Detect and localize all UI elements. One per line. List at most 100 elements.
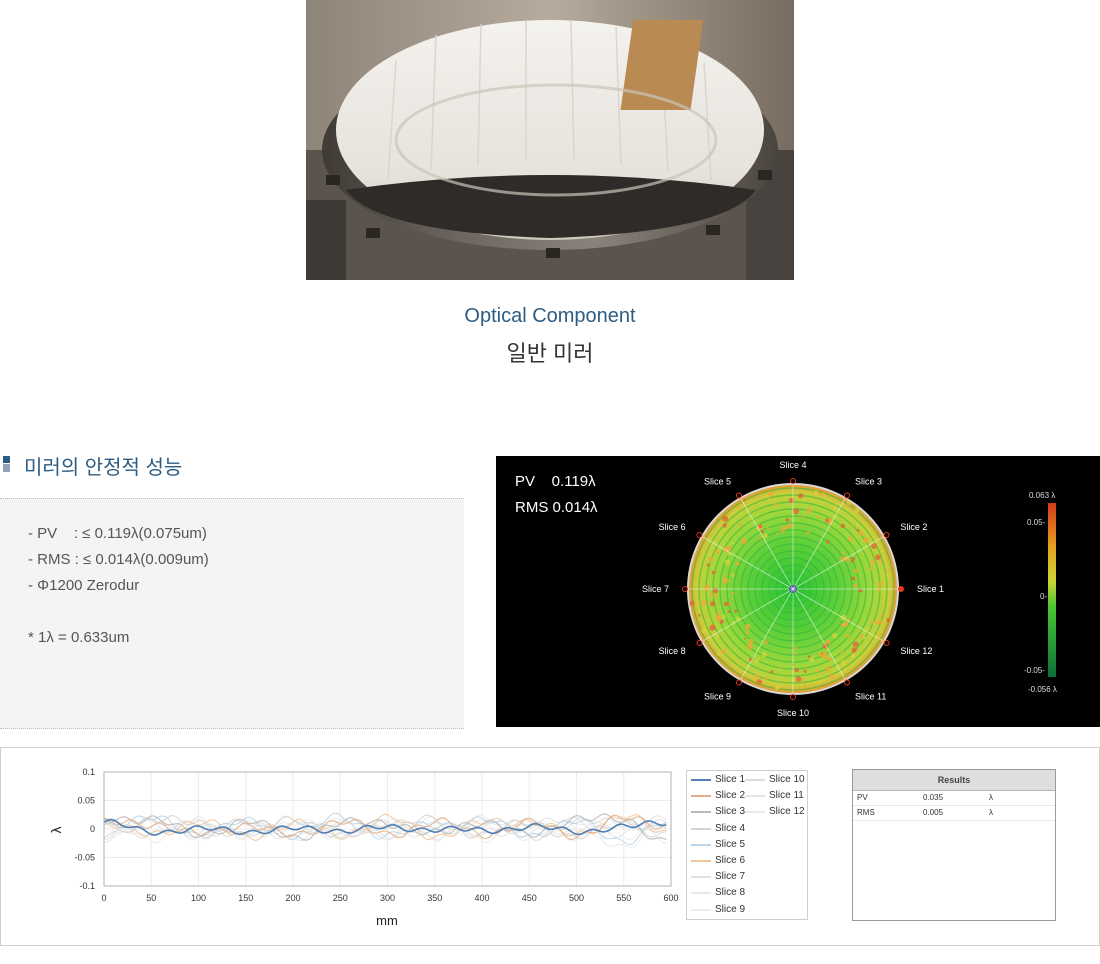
surface-speckle <box>745 631 749 635</box>
surface-speckle <box>851 576 856 581</box>
y-tick-label: 0.1 <box>82 767 95 777</box>
legend-item: Slice 8 <box>691 887 751 901</box>
x-tick-label: 350 <box>427 893 442 903</box>
x-tick-label: 100 <box>191 893 206 903</box>
section-marker-icon <box>3 456 10 472</box>
surface-speckle <box>851 653 856 657</box>
surface-speckle <box>767 498 771 501</box>
surface-speckle <box>851 647 857 653</box>
surface-speckle <box>709 601 716 607</box>
slice-label: Slice 10 <box>777 708 809 718</box>
surface-speckle <box>807 655 811 659</box>
legend-label: Slice 12 <box>769 806 805 818</box>
surface-speckle <box>828 657 833 662</box>
surface-speckle <box>820 652 824 655</box>
surface-speckle <box>722 523 727 528</box>
legend-item: Slice 10 <box>745 774 805 788</box>
x-tick-label: 600 <box>663 893 678 903</box>
colorbar-max-label: 0.063 λ <box>1029 491 1055 500</box>
slice-marker <box>682 586 688 592</box>
surface-speckle <box>842 621 849 627</box>
surface-speckle <box>885 574 888 577</box>
slice-marker <box>883 640 890 646</box>
legend-swatch <box>691 860 711 862</box>
surface-speckle <box>803 682 807 685</box>
results-table: Results PV 0.035 λ RMS 0.005 λ <box>852 769 1056 921</box>
slice-marker <box>898 586 904 592</box>
surface-speckle <box>708 552 713 556</box>
surface-speckle <box>825 666 831 672</box>
slice-marker <box>736 679 742 686</box>
section-title: 미러의 안정적 성능 <box>24 457 183 479</box>
x-tick-label: 200 <box>285 893 300 903</box>
surface-speckle <box>795 676 802 682</box>
slice-label: Slice 12 <box>900 646 932 656</box>
legend-label: Slice 2 <box>715 790 746 802</box>
surface-speckle <box>887 568 891 571</box>
legend-label: Slice 1 <box>715 774 746 785</box>
colorbar-lower-label: -0.05- <box>1024 666 1045 675</box>
surface-speckle <box>721 614 727 619</box>
surface-speckle <box>793 508 800 515</box>
slice-marker <box>844 679 850 686</box>
surface-speckle <box>862 636 866 640</box>
surface-speckle <box>815 669 820 673</box>
caption-korean: 일반 미러 <box>506 341 594 366</box>
surface-speckle <box>886 618 891 622</box>
surface-speckle <box>806 507 813 514</box>
surface-speckle <box>712 592 718 598</box>
slice-marker <box>696 532 703 538</box>
surface-speckle <box>719 619 724 624</box>
surface-speckle <box>745 627 750 632</box>
plot-series <box>103 812 667 848</box>
surface-speckle <box>841 551 845 555</box>
surface-speckle <box>731 591 735 595</box>
slice-marker <box>844 492 850 499</box>
surface-speckle <box>794 652 798 656</box>
surface-speckle <box>798 493 804 499</box>
legend-swatch <box>691 843 711 846</box>
surface-speckle <box>689 600 695 606</box>
surface-speckle <box>846 500 852 506</box>
results-name: RMS <box>857 808 875 817</box>
surface-speckle <box>865 627 870 631</box>
slice-label: Slice 8 <box>659 646 686 656</box>
surface-speckle <box>754 674 759 679</box>
surface-speckle <box>738 523 743 527</box>
slice-lines <box>682 478 904 700</box>
colorbar-upper-label: 0.05- <box>1027 518 1046 527</box>
slice-label: Slice 3 <box>855 477 882 487</box>
surface-speckle <box>781 524 788 531</box>
results-value: 0.035 <box>923 793 944 802</box>
surface-speckle <box>870 559 876 565</box>
surface-speckle <box>766 527 770 531</box>
surface-speckle <box>825 540 830 544</box>
surface-speckle <box>813 490 819 496</box>
legend-label: Slice 11 <box>769 790 804 802</box>
surface-speckle <box>879 614 883 618</box>
x-tick-label: 300 <box>380 893 395 903</box>
surface-speckle <box>701 628 707 634</box>
legend-item: Slice 3 <box>691 806 751 820</box>
results-unit: λ <box>989 793 993 802</box>
surface-speckle <box>858 530 864 536</box>
surface-speckle <box>776 531 779 535</box>
legend-item: Slice 1 <box>691 774 751 788</box>
legend-label: Slice 6 <box>715 855 746 866</box>
surface-speckle <box>871 543 877 549</box>
legend-item: Slice 6 <box>691 855 751 869</box>
results-unit: λ <box>989 808 993 817</box>
x-tick-label: 400 <box>474 893 489 903</box>
surface-speckle <box>770 670 774 674</box>
surface-speckle <box>731 542 734 545</box>
slice-marker <box>696 640 703 646</box>
surface-speckle <box>728 602 733 606</box>
legend-item: Slice 2 <box>691 790 751 804</box>
results-value: 0.005 <box>923 808 944 817</box>
surface-speckle <box>698 614 701 617</box>
surface-speckle <box>826 639 831 645</box>
slice-label: Slice 4 <box>779 460 806 470</box>
surface-speckle <box>853 638 856 641</box>
slice-marker <box>736 492 742 499</box>
surface-speckle <box>787 523 793 529</box>
